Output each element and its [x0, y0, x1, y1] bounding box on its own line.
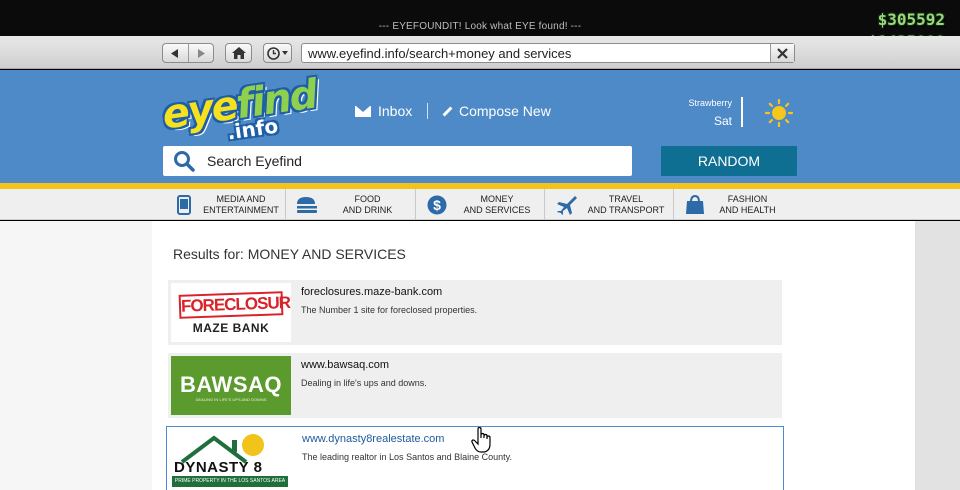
- result-item[interactable]: FORECLOSURE MAZE BANK foreclosures.maze-…: [168, 280, 782, 345]
- history-button[interactable]: [263, 43, 292, 63]
- category-label: MEDIA AND ENTERTAINMENT: [203, 193, 279, 215]
- left-arrow-icon: [171, 48, 179, 58]
- random-button[interactable]: RANDOM: [661, 146, 797, 176]
- category-bar: MEDIA AND ENTERTAINMENT FOOD AND DRINK $…: [0, 189, 960, 220]
- eyefind-logo[interactable]: eyefind .info: [160, 71, 319, 144]
- window-title: --- EYEFOUNDIT! Look what EYE found! ---: [378, 21, 582, 32]
- phone-icon: [177, 194, 191, 215]
- search-input[interactable]: [207, 153, 607, 169]
- maze-bank-logo[interactable]: FORECLOSURE MAZE BANK: [171, 283, 291, 342]
- right-arrow-icon: [197, 48, 205, 58]
- compose-label: Compose New: [459, 103, 551, 119]
- category-food[interactable]: FOOD AND DRINK: [286, 189, 416, 220]
- chevron-down-icon: [282, 51, 288, 55]
- shopping-bag-icon: [686, 194, 704, 214]
- scrollbar-track[interactable]: [915, 221, 960, 490]
- clock-icon: [267, 46, 280, 60]
- url-text[interactable]: www.eyefind.info/search+money and servic…: [308, 46, 571, 61]
- category-label: TRAVEL AND TRANSPORT: [587, 193, 665, 215]
- hand-cursor-icon: [471, 427, 491, 453]
- inbox-label: Inbox: [378, 103, 413, 119]
- category-money[interactable]: $ MONEY AND SERVICES: [416, 189, 545, 220]
- result-description: The leading realtor in Los Santos and Bl…: [302, 452, 512, 462]
- logo-subtitle: PRIME PROPERTY IN THE LOS SANTOS AREA: [172, 476, 288, 487]
- svg-text:$: $: [433, 197, 441, 213]
- burger-icon: [297, 196, 317, 213]
- result-description: The Number 1 site for foreclosed propert…: [301, 305, 478, 315]
- category-travel[interactable]: TRAVEL AND TRANSPORT: [545, 189, 674, 220]
- close-icon: [777, 47, 788, 59]
- address-bar[interactable]: www.eyefind.info/search+money and servic…: [301, 43, 795, 63]
- nav-buttons: [162, 43, 214, 63]
- home-button[interactable]: [225, 43, 252, 63]
- logo-subtitle: DEALING IN LIFE'S UPS AND DOWNS: [195, 397, 267, 402]
- result-url[interactable]: foreclosures.maze-bank.com: [301, 286, 442, 298]
- result-url[interactable]: www.dynasty8realestate.com: [302, 433, 444, 445]
- logo-subtitle: MAZE BANK: [192, 321, 270, 335]
- compose-link[interactable]: Compose New: [442, 103, 551, 119]
- category-label: MONEY AND SERVICES: [463, 193, 531, 215]
- header-divider: [427, 103, 428, 119]
- results-heading: Results for: MONEY AND SERVICES: [173, 246, 406, 262]
- weather-day: Sat: [713, 114, 732, 128]
- inbox-link[interactable]: Inbox: [355, 103, 412, 119]
- forward-button[interactable]: [189, 44, 214, 62]
- site-header: eyefind .info Inbox Compose New Strawber…: [0, 70, 960, 183]
- logo-title: DYNASTY 8: [174, 459, 263, 476]
- search-box: [163, 146, 632, 176]
- sun-icon: [765, 99, 793, 127]
- cash-amount: $305592: [877, 10, 945, 29]
- close-button[interactable]: [770, 44, 794, 62]
- screen: --- EYEFOUNDIT! Look what EYE found! ---…: [0, 0, 960, 490]
- title-bar: --- EYEFOUNDIT! Look what EYE found! ---: [0, 0, 960, 36]
- envelope-icon: [355, 105, 371, 117]
- result-item[interactable]: BAWSAQ DEALING IN LIFE'S UPS AND DOWNS w…: [168, 353, 782, 418]
- home-icon: [231, 47, 246, 59]
- bawsaq-logo[interactable]: BAWSAQ DEALING IN LIFE'S UPS AND DOWNS: [171, 356, 291, 415]
- search-icon[interactable]: [173, 150, 195, 172]
- weather-divider: [741, 97, 743, 127]
- result-description: Dealing in life's ups and downs.: [301, 378, 427, 388]
- dynasty8-logo[interactable]: DYNASTY 8 PRIME PROPERTY IN THE LOS SANT…: [170, 430, 290, 489]
- category-label: FOOD AND DRINK: [342, 193, 393, 215]
- back-button[interactable]: [163, 44, 189, 62]
- pencil-icon: [442, 106, 453, 116]
- weather-location: Strawberry: [688, 98, 732, 108]
- category-label: FASHION AND HEALTH: [719, 193, 776, 215]
- logo-title: BAWSAQ: [180, 372, 282, 397]
- plane-icon: [557, 195, 577, 215]
- category-media[interactable]: MEDIA AND ENTERTAINMENT: [163, 189, 286, 220]
- browser-toolbar: www.eyefind.info/search+money and servic…: [0, 36, 960, 69]
- logo-title: FORECLOSURE: [178, 291, 291, 319]
- category-fashion[interactable]: FASHION AND HEALTH: [674, 189, 787, 220]
- result-url[interactable]: www.bawsaq.com: [301, 359, 389, 371]
- dollar-icon: $: [427, 195, 447, 214]
